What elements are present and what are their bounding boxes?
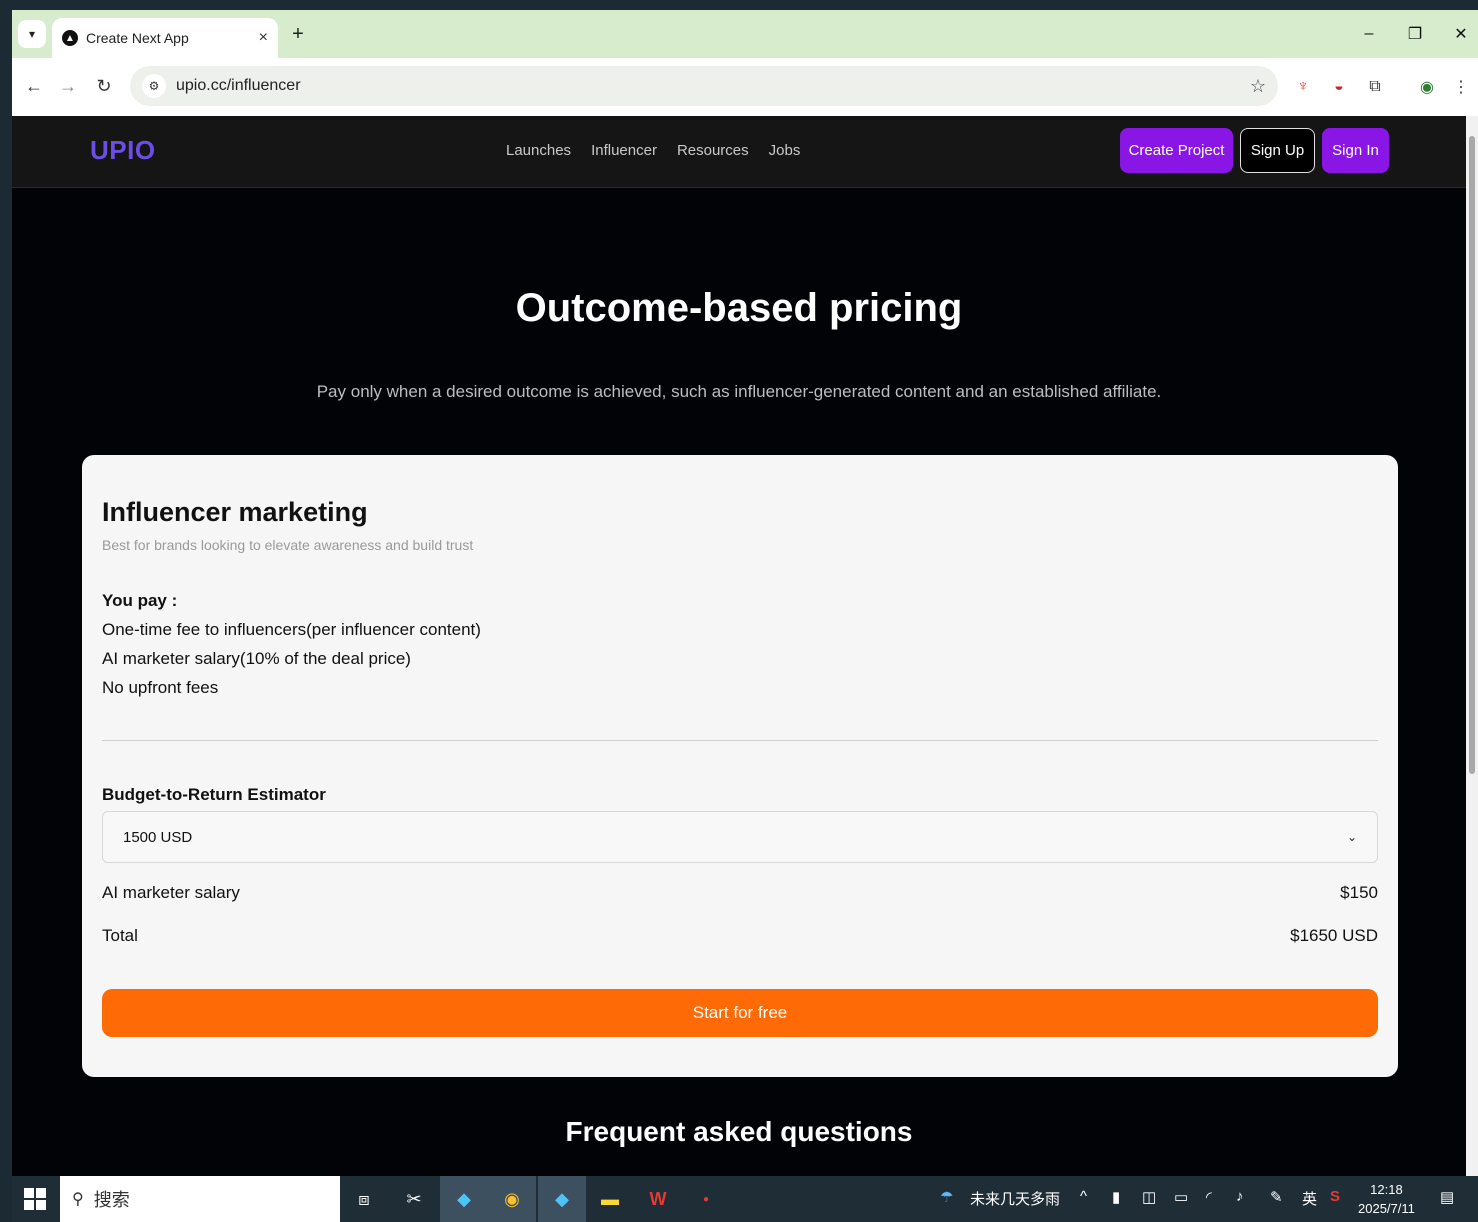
start-for-free-button[interactable]: Start for free (102, 989, 1378, 1037)
sign-in-button[interactable]: Sign In (1322, 128, 1389, 173)
network-icon[interactable]: ◫ (1142, 1188, 1156, 1206)
wifi-icon[interactable]: ◜ (1206, 1188, 1212, 1206)
kebab-menu-icon[interactable]: ⋮ (1448, 74, 1474, 100)
taskbar-search[interactable]: ⚲ 搜索 (60, 1176, 340, 1222)
divider (102, 740, 1378, 741)
clock-date: 2025/7/11 (1358, 1201, 1415, 1216)
weather-text[interactable]: 未来几天多雨 (970, 1188, 1060, 1209)
pricing-card: Influencer marketing Best for brands loo… (82, 455, 1398, 1077)
site-header: UPIO Launches Influencer Resources Jobs … (12, 116, 1466, 188)
site-info-icon[interactable]: ⚙ (142, 74, 166, 98)
scrollbar-thumb[interactable] (1469, 136, 1475, 774)
app-bird-icon[interactable]: ◆ (440, 1176, 488, 1222)
card-subtitle: Best for brands looking to elevate aware… (102, 537, 474, 553)
clock[interactable]: 12:18 2025/7/11 (1358, 1180, 1415, 1218)
minimize-icon[interactable]: – (1354, 22, 1384, 46)
nextjs-favicon-icon: ▲ (62, 30, 78, 46)
windows-start-icon[interactable] (24, 1188, 46, 1210)
sogou-icon[interactable]: S (1330, 1188, 1340, 1205)
page-title: Outcome-based pricing (515, 286, 963, 330)
os-taskbar: ⚲ 搜索 ⧈ ✂ ◆ ◉ ◆ ▬ W ● ☂ 未来几天多雨 ^ ▮ ◫ ▭ ◜ … (12, 1176, 1478, 1222)
pay-item: One-time fee to influencers(per influenc… (102, 620, 481, 639)
tab-title: Create Next App (86, 30, 189, 46)
volume-icon[interactable]: ♪ (1236, 1188, 1244, 1205)
total-value: $1650 USD (1290, 926, 1378, 945)
total-row: Total $1650 USD (102, 926, 1378, 946)
page-scrollbar[interactable] (1466, 116, 1478, 1176)
mic-icon[interactable]: ▮ (1112, 1188, 1120, 1206)
browser-chrome: ▾ ▲ Create Next App × + – ❐ ✕ ← → ↻ ⚙ up… (12, 10, 1478, 116)
bookmark-star-icon[interactable]: ☆ (1250, 76, 1266, 97)
ime-indicator[interactable]: 英 (1302, 1188, 1317, 1209)
chevron-down-icon: ⌄ (1346, 830, 1357, 844)
main-nav: Launches Influencer Resources Jobs (506, 142, 800, 159)
notification-icon[interactable]: ▤ (1440, 1188, 1454, 1206)
forward-icon[interactable]: → (56, 74, 80, 98)
tray-expand-icon[interactable]: ^ (1080, 1188, 1087, 1205)
you-pay-heading: You pay : (102, 591, 178, 610)
weather-icon[interactable]: ☂ (940, 1188, 953, 1206)
taskbar-search-text: 搜索 (93, 1190, 130, 1210)
page-subtitle: Pay only when a desired outcome is achie… (316, 382, 1162, 401)
wps-icon[interactable]: W (634, 1176, 682, 1222)
salary-value: $150 (1340, 883, 1378, 902)
tab-strip: ▾ ▲ Create Next App × + – ❐ ✕ (12, 10, 1478, 58)
nav-influencer[interactable]: Influencer (591, 142, 657, 159)
capcut-icon[interactable]: ✂ (390, 1176, 438, 1222)
search-icon: ⚲ (72, 1191, 84, 1208)
reload-icon[interactable]: ↻ (92, 74, 116, 98)
file-explorer-icon[interactable]: ▬ (586, 1176, 634, 1222)
site-logo[interactable]: UPIO (90, 135, 156, 166)
new-tab-button[interactable]: + (286, 22, 310, 46)
back-icon[interactable]: ← (22, 74, 46, 98)
pen-icon[interactable]: ✎ (1270, 1188, 1283, 1206)
page-viewport: UPIO Launches Influencer Resources Jobs … (12, 116, 1466, 1176)
recorder-icon[interactable]: ● (682, 1176, 730, 1222)
total-label: Total (102, 926, 138, 945)
task-view-icon[interactable]: ⧈ (340, 1176, 388, 1222)
create-project-button[interactable]: Create Project (1120, 128, 1233, 173)
restore-icon[interactable]: ❐ (1400, 22, 1430, 46)
close-window-icon[interactable]: ✕ (1446, 22, 1476, 46)
browser-toolbar: ← → ↻ ⚙ upio.cc/influencer ☆ ♆ ◒ ⧉ ◉ ⋮ (12, 58, 1478, 116)
battery-icon[interactable]: ▭ (1174, 1188, 1188, 1206)
tab-search-button[interactable]: ▾ (18, 20, 46, 48)
faq-heading: Frequent asked questions (565, 1116, 913, 1147)
nav-launches[interactable]: Launches (506, 142, 571, 159)
budget-select[interactable]: 1500 USD ⌄ (102, 811, 1378, 863)
extension-icon[interactable]: ♆ (1290, 74, 1316, 100)
puzzle-icon[interactable]: ⧉ (1362, 74, 1388, 100)
card-title: Influencer marketing (102, 497, 368, 527)
sign-up-button[interactable]: Sign Up (1240, 128, 1315, 173)
close-tab-icon[interactable]: × (259, 29, 268, 47)
url-text[interactable]: upio.cc/influencer (176, 77, 1250, 95)
pay-item: No upfront fees (102, 678, 219, 697)
salary-label: AI marketer salary (102, 883, 240, 902)
app-bird-icon-2[interactable]: ◆ (538, 1176, 586, 1222)
pay-item: AI marketer salary(10% of the deal price… (102, 649, 411, 668)
nav-resources[interactable]: Resources (677, 142, 749, 159)
estimator-heading: Budget-to-Return Estimator (102, 785, 326, 804)
address-bar[interactable]: ⚙ upio.cc/influencer ☆ (130, 66, 1278, 106)
extension-ball-icon[interactable]: ◒ (1326, 74, 1352, 100)
salary-row: AI marketer salary $150 (102, 883, 1378, 903)
chevron-down-icon: ▾ (28, 27, 36, 41)
budget-select-value: 1500 USD (123, 828, 193, 846)
nav-jobs[interactable]: Jobs (769, 142, 801, 159)
tab-active[interactable]: ▲ Create Next App × (52, 18, 278, 58)
chrome-icon[interactable]: ◉ (488, 1176, 536, 1222)
profile-icon[interactable]: ◉ (1414, 74, 1440, 100)
clock-time: 12:18 (1370, 1182, 1403, 1197)
